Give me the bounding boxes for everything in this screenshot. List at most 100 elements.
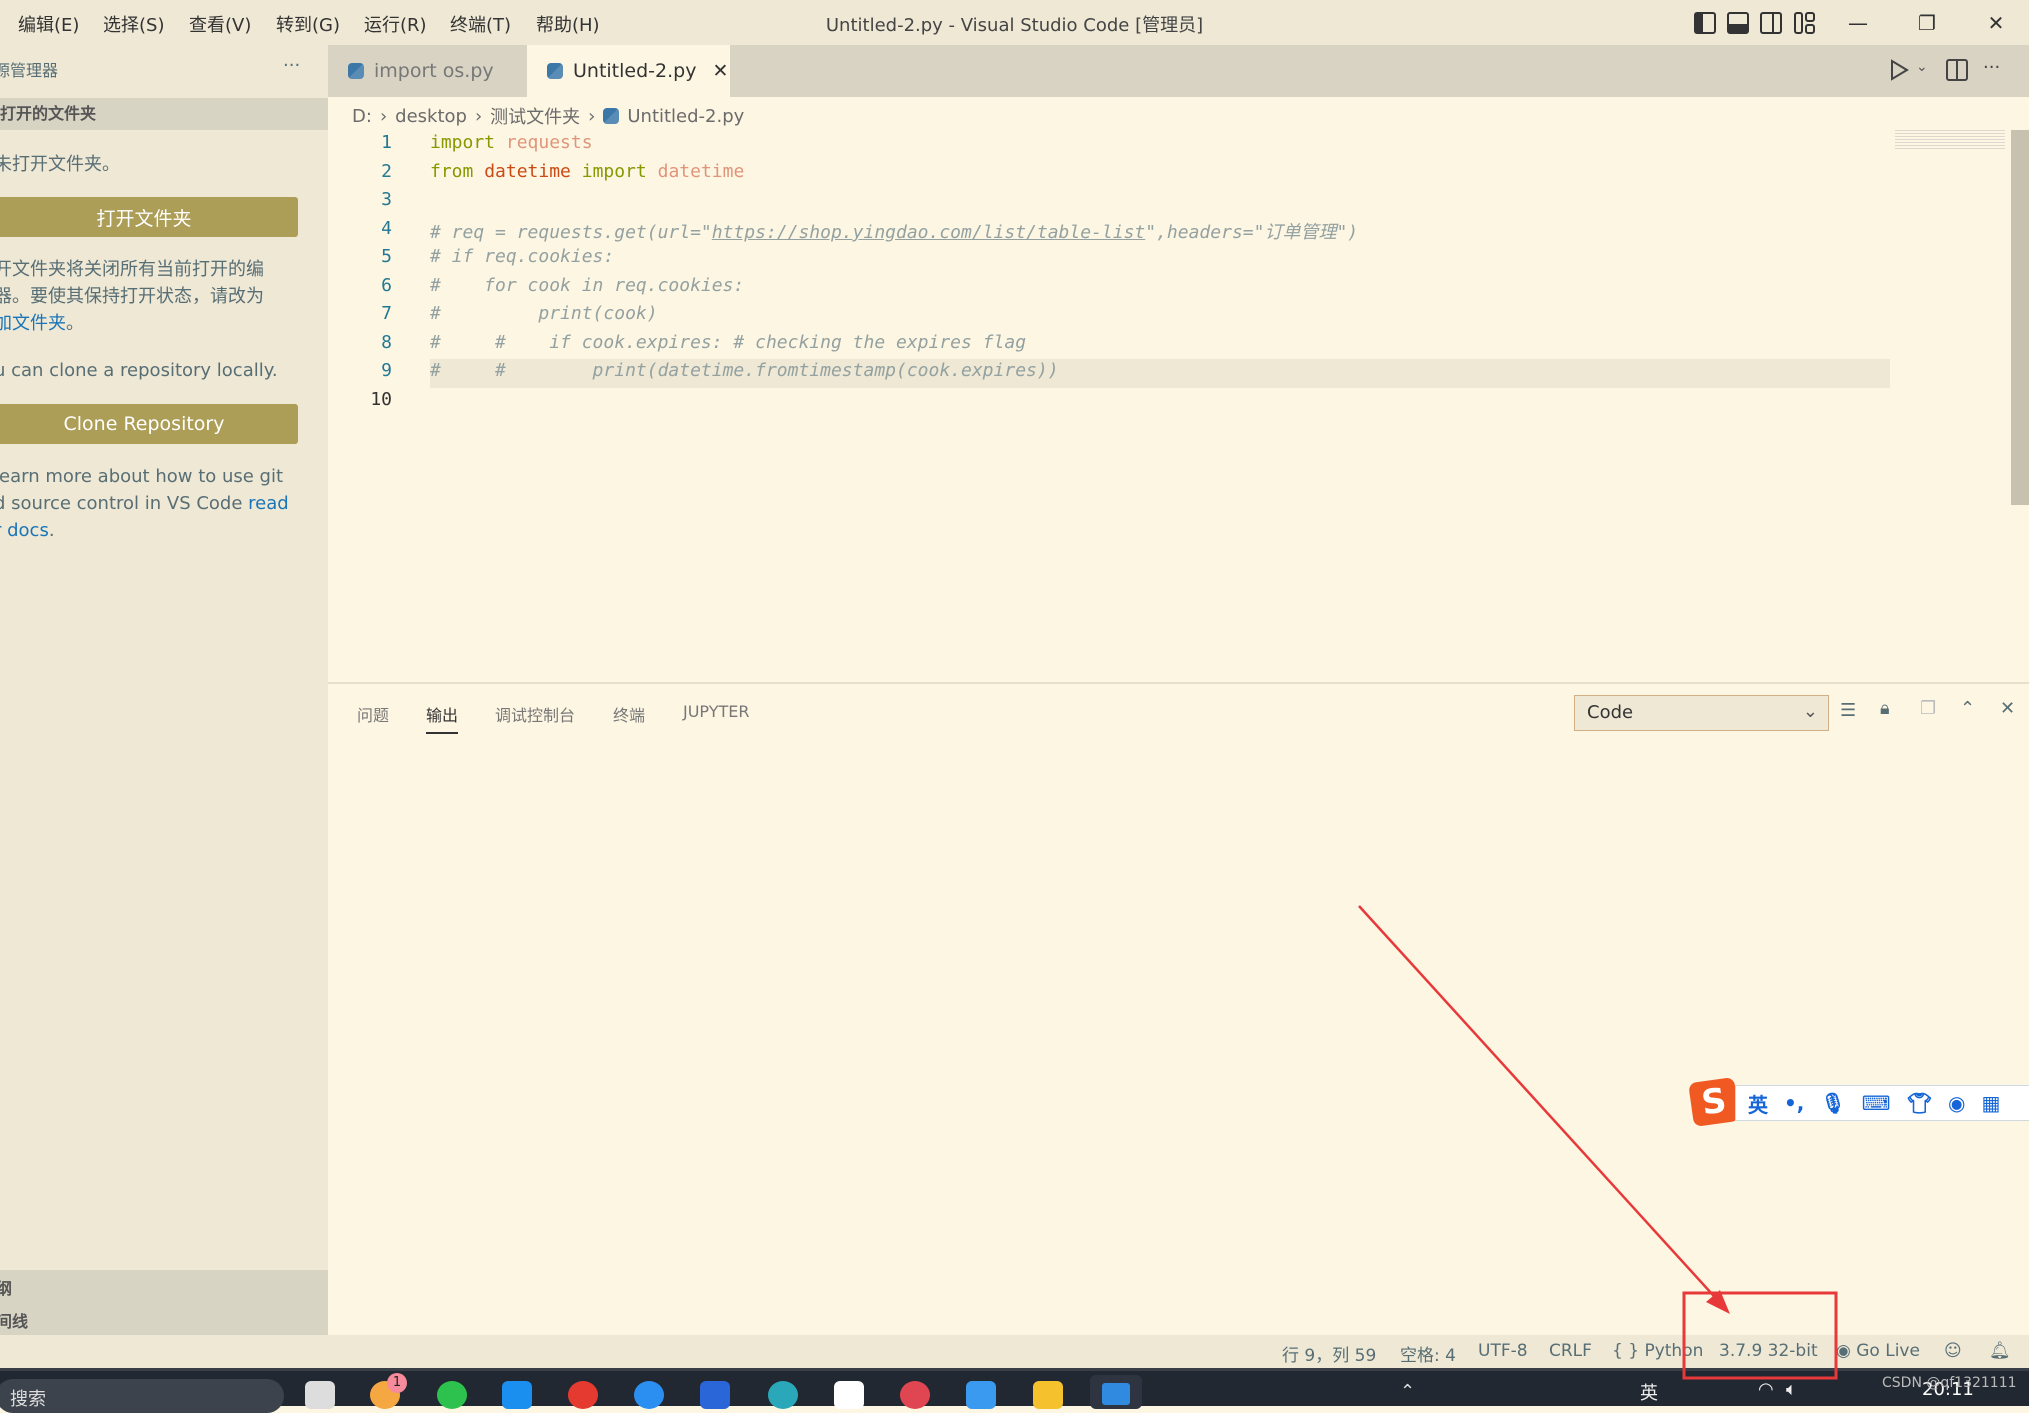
app-icon[interactable] [900,1381,930,1409]
menu-edit[interactable]: 编辑(E) [18,11,79,37]
menu-terminal[interactable]: 终端(T) [450,11,511,37]
menu-run[interactable]: 运行(R) [364,11,427,37]
tray-language[interactable]: 英 [1640,1379,1658,1405]
clear-output-icon[interactable]: ☰ [1840,700,1856,721]
go-live-label: Go Live [1856,1341,1920,1361]
tab-output[interactable]: 输出 [426,702,459,734]
lock-icon[interactable]: 🔒︎ [1880,698,1890,719]
language-mode[interactable]: { } Python [1612,1341,1703,1361]
toolbox-icon[interactable]: ▦ [1982,1091,2001,1115]
breadcrumb-drive[interactable]: D: [352,106,372,127]
clone-repository-button[interactable]: Clone Repository [0,404,298,444]
line-number: 3 [381,189,392,210]
add-folder-link[interactable]: 加文件夹 [0,313,66,334]
braces-icon: { } [1612,1341,1640,1361]
volume-icon[interactable]: 🔈︎ [1786,1379,1797,1400]
file-explorer-icon[interactable] [1033,1381,1063,1409]
menu-goto[interactable]: 转到(G) [276,11,340,37]
wechat-icon[interactable] [437,1381,467,1409]
python-interpreter[interactable]: 3.7.9 32-bit [1719,1341,1818,1361]
open-log-icon[interactable]: ❐ [1920,698,1936,719]
code-line: # if req.cookies: [430,246,615,267]
maximize-panel-icon[interactable]: ⌃ [1960,698,1975,719]
tab-import-os[interactable]: import os.py [328,45,527,97]
toggle-sidebar-icon[interactable] [1690,8,1720,38]
open-folders-section[interactable]: 打开的文件夹 [0,98,328,130]
learn-line-2: d source control in VS Code [0,493,249,514]
read-docs-link[interactable]: read [248,493,289,514]
notifications-bell-icon[interactable]: 🔔︎ [1989,1341,2011,1361]
code-line: import requests [430,132,593,153]
tab-problems[interactable]: 问题 [357,702,389,726]
tab-jupyter[interactable]: JUPYTER [683,702,750,721]
line-number: 9 [381,360,392,381]
output-channel-select[interactable]: Code ⌄ [1574,695,1829,731]
customize-layout-icon[interactable] [1790,8,1820,38]
go-live-button[interactable]: ◉ Go Live [1836,1341,1920,1361]
chrome-icon[interactable] [568,1381,598,1409]
edge-icon[interactable] [768,1381,798,1409]
breadcrumb-file[interactable]: Untitled-2.py [627,106,744,127]
toggle-panel-icon[interactable] [1723,8,1753,38]
close-tab-icon[interactable]: ✕ [712,60,728,82]
chevron-right-icon: › [588,105,596,127]
run-python-icon[interactable] [1888,58,1910,86]
keyword: from [430,161,474,182]
breadcrumb-desktop[interactable]: desktop [395,106,467,127]
restore-icon[interactable]: ❐ [1912,8,1942,38]
tab-terminal[interactable]: 终端 [613,702,645,726]
app-icon[interactable] [634,1381,664,1409]
docs-link[interactable]: r docs [0,520,49,541]
keyword: import [581,161,647,182]
skin-shirt-icon[interactable]: 👕︎ [1907,1091,1932,1115]
wifi-icon[interactable]: ◠ [1758,1379,1774,1400]
more-actions-icon[interactable]: ··· [283,55,300,76]
taskbar-search[interactable]: 搜索 [0,1379,284,1413]
outline-section[interactable]: 纲 [0,1275,12,1299]
punctuation-toggle[interactable]: •, [1784,1091,1804,1115]
notification-badge: 1 [387,1373,407,1393]
close-panel-icon[interactable]: ✕ [2000,698,2015,719]
tab-debug-console[interactable]: 调试控制台 [495,702,575,726]
module: datetime [657,161,745,182]
timeline-section[interactable]: 间线 [0,1308,28,1332]
cursor-position[interactable]: 行 9，列 59 [1282,1341,1376,1366]
menu-view[interactable]: 查看(V) [189,11,251,37]
toggle-secondary-sidebar-icon[interactable] [1756,8,1786,38]
keyboard-icon[interactable]: ⌨ [1862,1091,1891,1115]
indentation[interactable]: 空格: 4 [1400,1341,1456,1366]
tab-untitled-2[interactable]: Untitled-2.py ✕ [527,45,730,97]
app-icon[interactable] [966,1381,996,1409]
task-view-icon[interactable] [305,1381,335,1409]
close-window-icon[interactable]: ✕ [1981,8,2011,38]
ime-mode-toggle[interactable]: 英 [1748,1089,1768,1118]
python-file-icon [348,63,364,79]
app-icon[interactable] [700,1381,730,1409]
sogou-logo-icon[interactable]: S [1688,1077,1740,1127]
line-number: 10 [370,389,392,410]
vscode-taskbar-button[interactable] [1090,1375,1142,1409]
tab-label: import os.py [374,60,494,82]
minimize-icon[interactable]: — [1843,8,1873,38]
comment: ",headers="订单管理") [1145,222,1359,243]
minimap[interactable] [1895,130,2005,150]
editor-more-icon[interactable]: ··· [1983,57,2000,78]
open-folder-button[interactable]: 打开文件夹 [0,197,298,237]
module: requests [505,132,593,153]
menu-help[interactable]: 帮助(H) [536,11,600,37]
encoding[interactable]: UTF-8 [1478,1341,1528,1361]
editor-scrollbar[interactable] [2011,130,2029,505]
feedback-icon[interactable]: ☺ [1944,1341,1962,1361]
url-link[interactable]: https://shop.yingdao.com/list/table-list [712,222,1145,243]
info-line-1: 开文件夹将关闭所有当前打开的编 [0,259,264,280]
breadcrumb-folder[interactable]: 测试文件夹 [490,103,580,129]
game-icon[interactable]: ◉ [1948,1091,1965,1115]
tray-chevron-icon[interactable]: ⌃ [1400,1381,1415,1402]
menu-selection[interactable]: 选择(S) [103,11,164,37]
feishu-icon[interactable] [502,1381,532,1409]
line-ending[interactable]: CRLF [1549,1341,1592,1361]
split-editor-icon[interactable] [1946,59,1968,85]
run-dropdown-icon[interactable]: ⌄ [1916,59,1928,75]
microphone-icon[interactable]: 🎙︎ [1820,1091,1845,1115]
qq-icon[interactable] [834,1381,864,1409]
